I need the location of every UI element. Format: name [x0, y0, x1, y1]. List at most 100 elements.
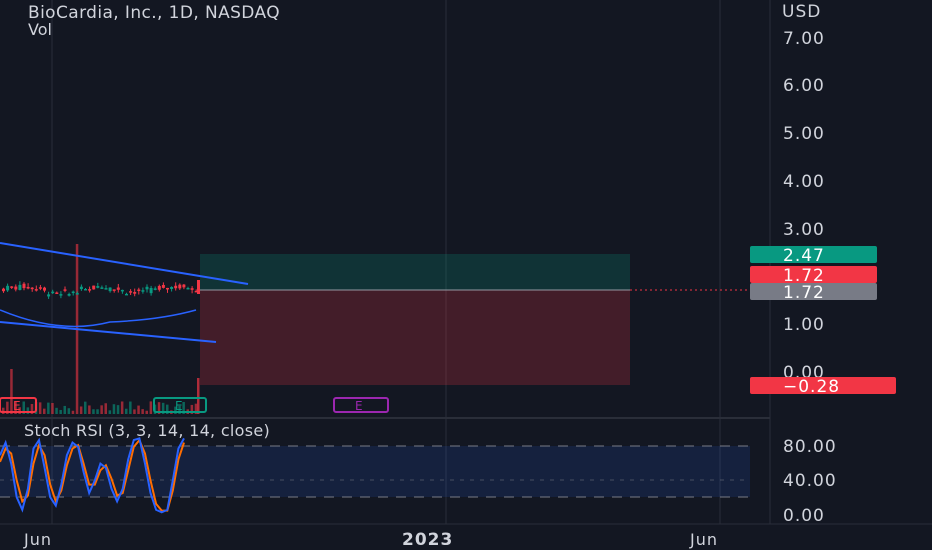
candle: [92, 285, 96, 290]
stoch-tick: 80.00: [783, 437, 837, 457]
volume-bar: [129, 401, 132, 414]
candle: [55, 292, 59, 295]
earnings-marker[interactable]: E: [0, 397, 37, 413]
position-loss-zone[interactable]: [200, 290, 630, 385]
price-tick: 7.00: [783, 29, 825, 49]
price-tag-label: −0.28: [783, 377, 840, 397]
earnings-marker-label: E: [13, 399, 21, 413]
volume-bar: [71, 410, 75, 414]
candle: [153, 288, 157, 290]
candle: [96, 286, 100, 288]
price-tag-target[interactable]: 2.47: [750, 246, 877, 266]
candle: [137, 289, 141, 291]
candle: [161, 284, 165, 288]
candle: [43, 287, 46, 291]
volume-label[interactable]: Vol: [28, 20, 52, 39]
candle: [30, 287, 34, 290]
volume-bar: [26, 407, 30, 414]
volume-bar: [43, 408, 46, 414]
volume-bar: [96, 409, 99, 414]
volume-bar: [92, 409, 95, 414]
volume-bar: [47, 402, 50, 414]
time-tick: 2023: [402, 530, 453, 550]
volume-bar: [120, 401, 124, 414]
volume-bar: [149, 401, 153, 414]
price-tag-label: 1.72: [783, 283, 825, 303]
volume-bars: [2, 244, 200, 414]
time-tick: Jun: [689, 530, 718, 549]
candles: [2, 280, 200, 299]
candle: [88, 289, 92, 291]
candle: [157, 285, 161, 290]
candle: [120, 289, 124, 292]
candle: [149, 288, 153, 294]
time-tick: Jun: [23, 530, 52, 549]
candle: [129, 291, 133, 293]
candle: [22, 283, 26, 289]
volume-bar: [59, 409, 62, 414]
volume-bar: [100, 405, 103, 414]
volume-bar: [116, 405, 120, 414]
volume-bar: [133, 409, 136, 414]
candle: [133, 292, 137, 294]
volume-bar: [125, 408, 128, 414]
candle: [178, 284, 182, 289]
symbol-title[interactable]: BioCardia, Inc., 1D, NASDAQ: [28, 3, 280, 23]
volume-bar: [63, 405, 66, 414]
candle: [170, 286, 174, 290]
price-tick: 1.00: [783, 315, 825, 335]
candle: [71, 291, 75, 294]
volume-bar: [112, 404, 116, 414]
candle: [75, 293, 79, 295]
candle: [166, 287, 169, 290]
volume-bar: [79, 406, 83, 414]
candle: [18, 284, 22, 290]
stoch-tick: 40.00: [783, 471, 837, 491]
candle: [79, 286, 83, 290]
currency-label[interactable]: USD: [782, 2, 821, 22]
candle: [108, 287, 112, 292]
candle: [51, 291, 55, 294]
price-tag-stop[interactable]: −0.28: [750, 377, 896, 397]
price-tag-label: 2.47: [783, 246, 825, 266]
volume-bar: [88, 405, 91, 414]
candle: [6, 285, 10, 291]
candle: [47, 294, 51, 297]
volume-bar: [84, 401, 87, 414]
candle: [116, 287, 120, 290]
chart-canvas[interactable]: E E E 7.00 6.00 5.00 4.00 3.00 1.00 0.00…: [0, 0, 932, 550]
lower-trendline[interactable]: [0, 321, 217, 343]
volume-bar: [2, 407, 5, 414]
candle: [63, 289, 67, 291]
candle: [112, 289, 116, 291]
volume-bar: [38, 402, 42, 414]
candle: [2, 288, 5, 292]
volume-bar: [104, 403, 107, 414]
candle: [84, 288, 87, 291]
volume-bar: [137, 405, 140, 414]
position-profit-zone[interactable]: [200, 254, 630, 290]
stoch-tick: 0.00: [783, 506, 825, 526]
earnings-marker-label: E: [355, 399, 363, 413]
candle: [145, 286, 149, 290]
candle: [38, 287, 42, 289]
stoch-rsi-title[interactable]: Stoch RSI (3, 3, 14, 14, close): [24, 421, 270, 440]
candle: [182, 284, 186, 288]
candle: [59, 294, 63, 296]
candle: [125, 293, 128, 296]
earnings-marker[interactable]: E: [333, 397, 389, 413]
volume-bar: [145, 410, 148, 414]
price-tick: 4.00: [783, 172, 825, 192]
candle: [190, 288, 194, 290]
price-tick: 3.00: [783, 220, 825, 240]
candle: [67, 293, 71, 296]
price-tag-entry[interactable]: 1.72: [750, 283, 877, 303]
candle: [10, 286, 14, 288]
volume-bar: [67, 408, 71, 414]
candle: [34, 289, 38, 291]
earnings-marker-label: E: [175, 399, 183, 413]
candle: [104, 288, 108, 290]
volume-bar: [197, 378, 200, 414]
candle: [197, 280, 200, 294]
candle: [14, 286, 18, 290]
